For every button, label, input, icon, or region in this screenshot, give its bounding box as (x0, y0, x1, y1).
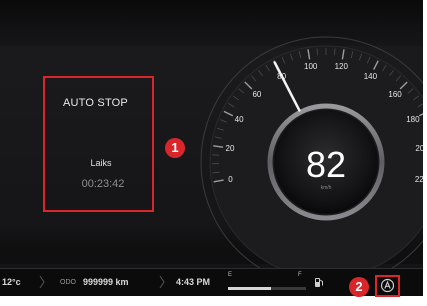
gauge-tick (334, 48, 336, 56)
speed-readout: 82 (306, 144, 346, 185)
fuel-empty-label: E (228, 272, 233, 278)
separator-icon (39, 275, 45, 289)
gauge-tick-label: 120 (335, 62, 349, 71)
gauge-tick-label: 220 (415, 175, 423, 184)
gauge-tick-label: 160 (388, 90, 402, 99)
page-margin (423, 0, 427, 306)
gauge-tick-label: 20 (226, 144, 235, 153)
callout-box-auto-stop-icon (375, 275, 400, 297)
gauge-tick-label: 180 (406, 115, 420, 124)
gauge-tick-label: 200 (415, 144, 423, 153)
fuel-gauge (228, 287, 306, 290)
gauge-tick-label: 100 (304, 62, 318, 71)
odometer-label: ODO (60, 279, 76, 286)
callout-badge-1: 1 (165, 138, 185, 158)
fuel-full-label: F (298, 272, 302, 278)
callout-badge-2: 2 (349, 277, 369, 297)
outside-temperature: 12°c (2, 277, 21, 287)
gauge-tick-label: 140 (364, 72, 378, 81)
fuel-pump-icon (315, 278, 323, 287)
callout-box-auto-stop (43, 76, 154, 212)
fuel-level-fill (228, 287, 271, 290)
odometer-value: 999999 km (83, 277, 129, 287)
gauge-tick-label: 0 (228, 175, 233, 184)
gauge-tick-label: 60 (252, 90, 261, 99)
gauge-tick (316, 48, 318, 56)
clock: 4:43 PM (176, 277, 211, 287)
speed-unit: km/h (321, 185, 332, 191)
gauge-tick-label: 40 (235, 115, 244, 124)
separator-icon (159, 275, 165, 289)
